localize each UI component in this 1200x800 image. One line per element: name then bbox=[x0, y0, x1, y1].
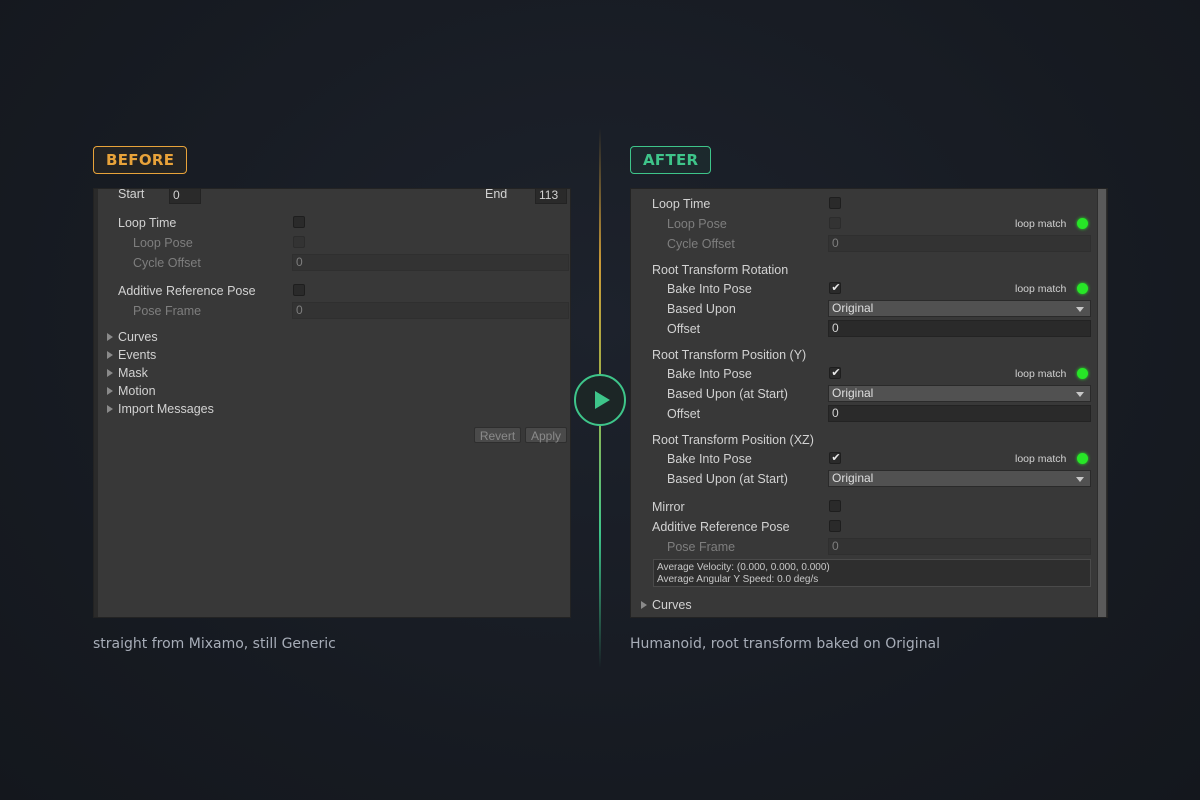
checkmark-icon: ✔ bbox=[831, 367, 841, 379]
pose-frame-label: Pose Frame bbox=[667, 540, 736, 554]
before-inspector-panel: Start 0 End 113 Loop Time Loop Pose Cycl… bbox=[93, 188, 571, 618]
foldout-motion[interactable]: Motion bbox=[107, 382, 247, 400]
cycle-offset-field[interactable]: 0 bbox=[828, 235, 1091, 252]
revert-button[interactable]: Revert bbox=[474, 427, 521, 443]
foldout-curves[interactable]: Curves bbox=[641, 596, 761, 614]
rotation-offset-label: Offset bbox=[667, 322, 701, 336]
loop-pose-checkbox[interactable] bbox=[293, 236, 305, 248]
loop-match-label: loop match bbox=[1015, 368, 1067, 380]
foldout-events[interactable]: Events bbox=[107, 346, 247, 364]
position-xz-bake-into-pose-checkbox[interactable]: ✔ bbox=[829, 452, 841, 464]
root-transform-rotation-heading: Root Transform Rotation bbox=[652, 263, 789, 277]
start-label: Start bbox=[118, 188, 145, 201]
loop-time-label: Loop Time bbox=[652, 197, 711, 211]
cycle-offset-label: Cycle Offset bbox=[667, 237, 735, 251]
scrollbar[interactable] bbox=[1097, 189, 1107, 617]
loop-match-label: loop match bbox=[1015, 218, 1067, 230]
foldout-arrow-icon bbox=[107, 405, 113, 413]
position-xz-based-upon-dropdown[interactable]: Original bbox=[828, 470, 1091, 487]
position-y-based-upon-label: Based Upon (at Start) bbox=[667, 387, 788, 401]
loop-match-label: loop match bbox=[1015, 453, 1067, 465]
foldout-curves[interactable]: Curves bbox=[107, 328, 247, 346]
loop-match-indicator bbox=[1077, 453, 1088, 464]
position-y-bake-into-pose-checkbox[interactable]: ✔ bbox=[829, 367, 841, 379]
position-y-offset-label: Offset bbox=[667, 407, 701, 421]
foldout-import-messages[interactable]: Import Messages bbox=[107, 400, 267, 418]
rotation-based-upon-dropdown[interactable]: Original bbox=[828, 300, 1091, 317]
rotation-bake-into-pose-label: Bake Into Pose bbox=[667, 282, 752, 296]
loop-match-label: loop match bbox=[1015, 283, 1067, 295]
average-velocity-text: Average Velocity: (0.000, 0.000, 0.000) bbox=[657, 562, 830, 573]
loop-time-checkbox[interactable] bbox=[293, 216, 305, 228]
loop-match-indicator bbox=[1077, 283, 1088, 294]
foldout-arrow-icon bbox=[107, 351, 113, 359]
apply-button[interactable]: Apply bbox=[525, 427, 567, 443]
loop-pose-label: Loop Pose bbox=[667, 217, 727, 231]
checkmark-icon: ✔ bbox=[831, 282, 841, 294]
additive-reference-pose-checkbox[interactable] bbox=[829, 520, 841, 532]
additive-reference-pose-checkbox[interactable] bbox=[293, 284, 305, 296]
loop-match-indicator bbox=[1077, 218, 1088, 229]
root-transform-position-xz-heading: Root Transform Position (XZ) bbox=[652, 433, 814, 447]
position-xz-based-upon-label: Based Upon (at Start) bbox=[667, 472, 788, 486]
rotation-bake-into-pose-checkbox[interactable]: ✔ bbox=[829, 282, 841, 294]
after-caption: Humanoid, root transform baked on Origin… bbox=[630, 636, 941, 652]
foldout-mask[interactable]: Mask bbox=[107, 364, 247, 382]
end-field[interactable]: 113 bbox=[535, 189, 567, 204]
dropdown-arrow-icon bbox=[1076, 392, 1084, 397]
pose-frame-label: Pose Frame bbox=[133, 304, 202, 318]
loop-pose-label: Loop Pose bbox=[133, 236, 193, 250]
loop-time-label: Loop Time bbox=[118, 216, 177, 230]
before-tag: BEFORE bbox=[93, 146, 188, 174]
additive-reference-pose-label: Additive Reference Pose bbox=[652, 520, 790, 534]
pose-frame-field[interactable]: 0 bbox=[292, 302, 569, 319]
start-field[interactable]: 0 bbox=[169, 189, 201, 204]
pose-frame-field[interactable]: 0 bbox=[828, 538, 1091, 555]
dropdown-arrow-icon bbox=[1076, 307, 1084, 312]
position-y-bake-into-pose-label: Bake Into Pose bbox=[667, 367, 752, 381]
cycle-offset-label: Cycle Offset bbox=[133, 256, 201, 270]
root-transform-position-y-heading: Root Transform Position (Y) bbox=[652, 348, 807, 362]
foldout-arrow-icon bbox=[107, 387, 113, 395]
after-tag: AFTER bbox=[630, 146, 712, 174]
play-button[interactable] bbox=[574, 374, 626, 426]
loop-time-checkbox[interactable] bbox=[829, 197, 841, 209]
foldout-arrow-icon bbox=[641, 601, 647, 609]
average-angular-speed-text: Average Angular Y Speed: 0.0 deg/s bbox=[657, 574, 819, 585]
foldout-arrow-icon bbox=[107, 369, 113, 377]
rotation-based-upon-label: Based Upon bbox=[667, 302, 736, 316]
position-y-offset-field[interactable]: 0 bbox=[828, 405, 1091, 422]
after-inspector-panel: Loop Time Loop Pose loop match Cycle Off… bbox=[630, 188, 1108, 618]
loop-match-indicator bbox=[1077, 368, 1088, 379]
before-caption: straight from Mixamo, still Generic bbox=[93, 636, 336, 652]
end-label: End bbox=[485, 188, 508, 201]
additive-reference-pose-label: Additive Reference Pose bbox=[118, 284, 256, 298]
mirror-checkbox[interactable] bbox=[829, 500, 841, 512]
rotation-offset-field[interactable]: 0 bbox=[828, 320, 1091, 337]
play-icon bbox=[595, 391, 610, 409]
cycle-offset-field[interactable]: 0 bbox=[292, 254, 569, 271]
position-y-based-upon-dropdown[interactable]: Original bbox=[828, 385, 1091, 402]
velocity-info-box: Average Velocity: (0.000, 0.000, 0.000) … bbox=[653, 559, 1091, 587]
dropdown-arrow-icon bbox=[1076, 477, 1084, 482]
checkmark-icon: ✔ bbox=[831, 452, 841, 464]
foldout-arrow-icon bbox=[107, 333, 113, 341]
position-xz-bake-into-pose-label: Bake Into Pose bbox=[667, 452, 752, 466]
loop-pose-checkbox[interactable] bbox=[829, 217, 841, 229]
scrollbar-thumb[interactable] bbox=[1098, 189, 1106, 617]
mirror-label: Mirror bbox=[652, 500, 685, 514]
